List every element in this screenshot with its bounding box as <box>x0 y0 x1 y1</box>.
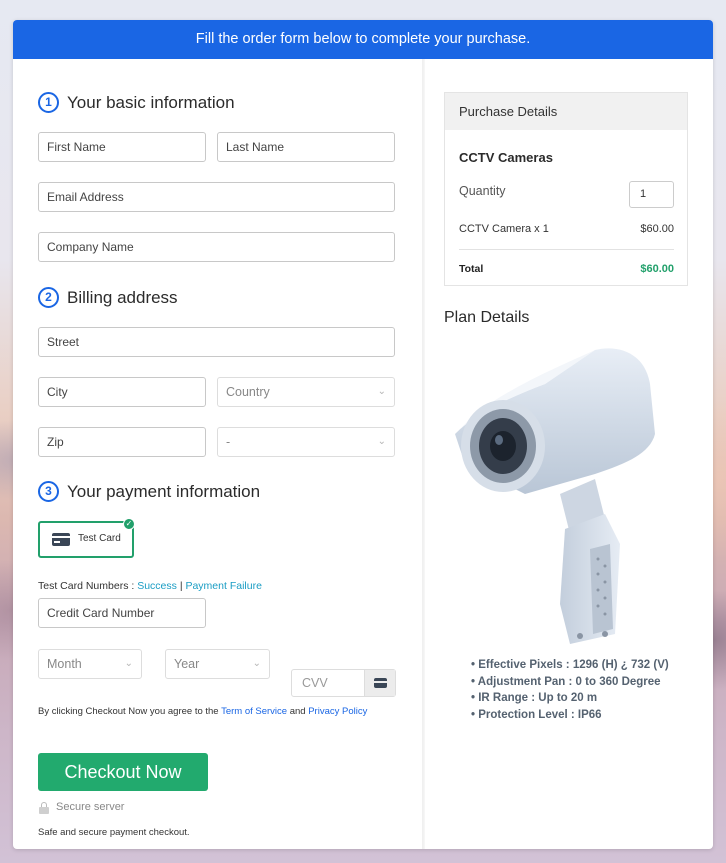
total-amount: $60.00 <box>640 263 674 275</box>
check-circle-icon: ✓ <box>123 518 135 530</box>
country-value: Country <box>226 385 270 399</box>
purchase-details-title: Purchase Details <box>445 93 687 130</box>
chevron-down-icon: ⌄ <box>252 658 261 669</box>
year-select[interactable]: Year ⌄ <box>165 649 270 679</box>
step-number-icon: 2 <box>38 287 59 308</box>
feature-item: Adjustment Pan : 0 to 360 Degree <box>471 674 669 691</box>
lock-icon <box>39 802 49 814</box>
state-select[interactable]: - ⌄ <box>217 427 395 457</box>
product-name: CCTV Cameras <box>459 150 553 165</box>
success-link[interactable]: Success <box>137 580 177 592</box>
privacy-policy-link[interactable]: Privacy Policy <box>308 706 367 717</box>
total-label: Total <box>459 263 484 275</box>
street-input[interactable]: Street <box>38 327 395 357</box>
state-value: - <box>226 435 231 449</box>
cctv-camera-image <box>455 348 655 644</box>
agreement-and: and <box>289 706 306 717</box>
feature-item: Protection Level : IP66 <box>471 707 669 724</box>
payment-method-test-card[interactable]: Test Card <box>38 521 134 558</box>
test-card-numbers-label: Test Card Numbers : <box>38 580 135 592</box>
order-form: 1 Your basic information First Name Last… <box>13 59 422 849</box>
feature-item: Effective Pixels : 1296 (H) ¿ 732 (V) <box>471 657 668 674</box>
separator: | <box>179 580 183 592</box>
summary-divider <box>459 249 674 250</box>
feature-item: IR Range : Up to 20 m <box>471 690 669 707</box>
checkout-card: Fill the order form below to complete yo… <box>13 20 713 849</box>
terms-of-service-link[interactable]: Term of Service <box>221 706 287 717</box>
line-item-price: $60.00 <box>640 223 674 235</box>
agreement-text: By clicking Checkout Now you agree to th… <box>38 706 367 717</box>
quantity-input[interactable]: 1 <box>629 181 674 208</box>
payment-method-label: Test Card <box>78 533 121 544</box>
first-name-input[interactable]: First Name <box>38 132 206 162</box>
step-number-icon: 3 <box>38 481 59 502</box>
cvv-addon <box>364 670 395 696</box>
purchase-details-panel: Purchase Details CCTV Cameras Quantity 1… <box>444 92 688 286</box>
plan-features-list: Effective Pixels : 1296 (H) ¿ 732 (V) Ad… <box>471 657 669 723</box>
payment-failure-link[interactable]: Payment Failure <box>185 580 261 592</box>
card-number-input[interactable]: Credit Card Number <box>38 598 206 628</box>
section-basic-info: 1 Your basic information <box>38 92 235 113</box>
section-title: Billing address <box>67 287 178 307</box>
section-billing: 2 Billing address <box>38 287 178 308</box>
credit-card-icon <box>374 678 387 688</box>
last-name-input[interactable]: Last Name <box>217 132 395 162</box>
step-number-icon: 1 <box>38 92 59 113</box>
year-value: Year <box>174 657 200 671</box>
chevron-down-icon: ⌄ <box>377 436 386 447</box>
secure-server-label: Secure server <box>56 801 125 813</box>
section-payment: 3 Your payment information <box>38 481 260 502</box>
credit-card-icon <box>52 533 70 546</box>
checkout-now-button[interactable]: Checkout Now <box>38 753 208 791</box>
total-row: Total $60.00 <box>459 263 674 275</box>
secure-checkout-note: Safe and secure payment checkout. <box>38 827 190 838</box>
zip-input[interactable]: Zip <box>38 427 206 457</box>
cvv-placeholder: CVV <box>302 676 328 690</box>
month-select[interactable]: Month ⌄ <box>38 649 142 679</box>
test-card-numbers: Test Card Numbers : Success | Payment Fa… <box>38 580 262 592</box>
section-title: Your basic information <box>67 92 235 112</box>
chevron-down-icon: ⌄ <box>377 386 386 397</box>
cvv-input[interactable]: CVV <box>291 669 396 697</box>
header-banner: Fill the order form below to complete yo… <box>13 20 713 59</box>
agreement-prefix: By clicking Checkout Now you agree to th… <box>38 706 219 717</box>
company-input[interactable]: Company Name <box>38 232 395 262</box>
month-value: Month <box>47 657 82 671</box>
section-title: Your payment information <box>67 481 261 501</box>
email-input[interactable]: Email Address <box>38 182 395 212</box>
city-input[interactable]: City <box>38 377 206 407</box>
chevron-down-icon: ⌄ <box>124 658 133 669</box>
summary-column: Purchase Details CCTV Cameras Quantity 1… <box>425 59 713 849</box>
quantity-label: Quantity <box>459 184 506 198</box>
country-select[interactable]: Country ⌄ <box>217 377 395 407</box>
line-item-name: CCTV Camera x 1 <box>459 223 549 235</box>
plan-details-title: Plan Details <box>444 309 530 326</box>
line-item: CCTV Camera x 1 $60.00 <box>459 223 674 235</box>
